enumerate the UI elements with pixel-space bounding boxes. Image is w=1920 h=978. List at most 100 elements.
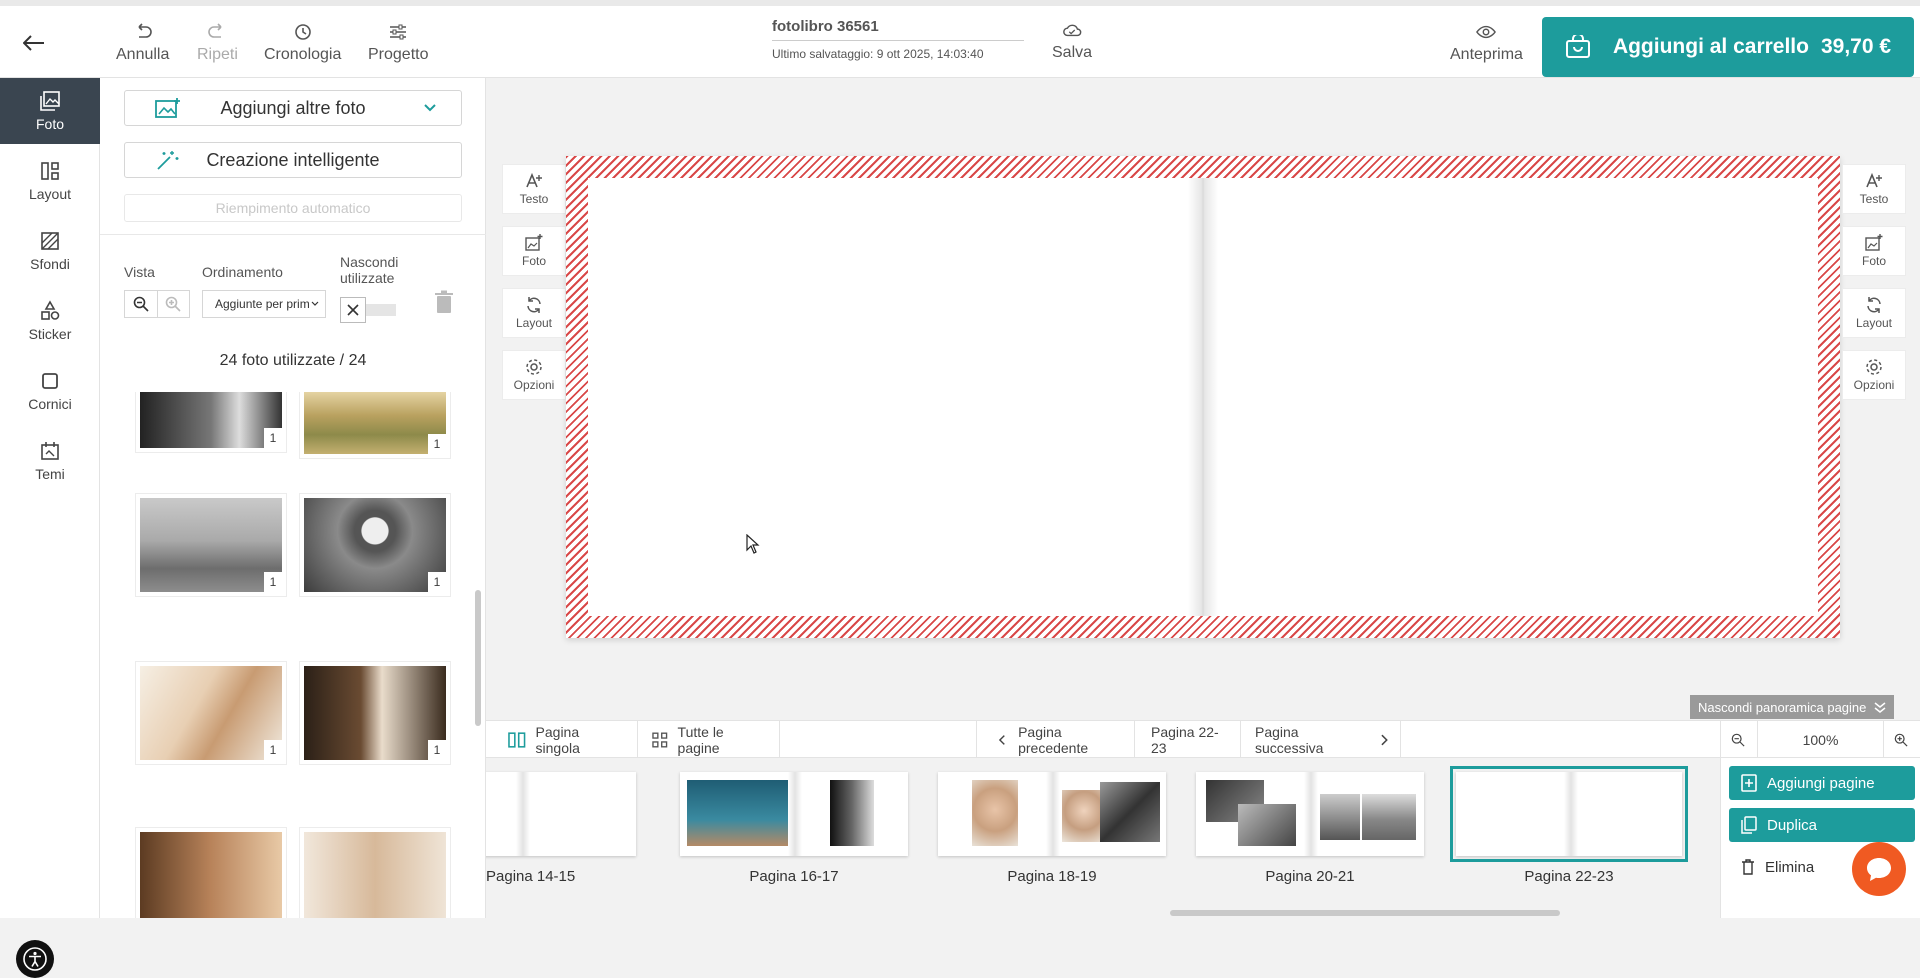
mouse-cursor-icon bbox=[746, 533, 760, 559]
zoom-in-view-button[interactable] bbox=[156, 291, 190, 317]
zoom-out-icon bbox=[1731, 733, 1745, 747]
add-photos-dropdown[interactable]: Aggiungi altre foto bbox=[124, 90, 462, 126]
used-photos-count: 24 foto utilizzate / 24 bbox=[219, 352, 367, 369]
chevron-right-icon bbox=[1381, 734, 1388, 746]
hide-used-toggle[interactable] bbox=[340, 297, 398, 323]
sidebar-item-label: Foto bbox=[35, 116, 64, 132]
page-navigation-bar: Pagina singola Tutte le pagine Pagina pr… bbox=[486, 720, 1920, 759]
next-page-button[interactable]: Pagina successiva bbox=[1241, 721, 1401, 759]
sort-select[interactable]: Aggiunte per prim bbox=[202, 290, 326, 318]
trash-icon bbox=[435, 290, 453, 313]
sidebar-item-stickers[interactable]: Sticker bbox=[0, 288, 100, 354]
options-tool-label: Opzioni bbox=[1853, 378, 1895, 392]
add-text-button[interactable]: Testo bbox=[502, 164, 566, 214]
history-label: Cronologia bbox=[264, 46, 342, 63]
history-button[interactable]: Cronologia bbox=[264, 22, 341, 64]
photo-thumbnail[interactable]: 1 bbox=[300, 494, 450, 596]
thumbnail-fold bbox=[1046, 772, 1060, 856]
zoom-in-button[interactable] bbox=[1884, 721, 1920, 759]
zoom-level: 100% bbox=[1758, 721, 1884, 759]
redo-button[interactable]: Ripeti bbox=[197, 22, 238, 64]
usage-badge: 1 bbox=[428, 572, 446, 592]
photo-thumbnail[interactable]: 1 bbox=[136, 494, 286, 596]
sidebar-item-photos[interactable]: Foto bbox=[0, 78, 100, 144]
sidebar-item-themes[interactable]: Temi bbox=[0, 428, 100, 494]
usage-badge: 1 bbox=[264, 428, 282, 448]
photo-image bbox=[304, 832, 446, 918]
photo-thumbnail[interactable]: 1 bbox=[300, 392, 450, 458]
view-zoom-controls bbox=[124, 290, 190, 318]
accessibility-button[interactable] bbox=[16, 940, 54, 978]
history-icon bbox=[294, 24, 311, 40]
delete-photos-button[interactable] bbox=[434, 290, 454, 319]
add-page-icon bbox=[1741, 774, 1757, 792]
page-thumbnail-active[interactable] bbox=[1450, 766, 1688, 862]
photo-thumbnail[interactable]: 1 bbox=[136, 392, 286, 452]
add-photo-button[interactable]: Foto bbox=[502, 226, 566, 276]
duplicate-button[interactable]: Duplica bbox=[1729, 808, 1915, 842]
close-icon bbox=[340, 297, 366, 323]
save-button[interactable]: Salva bbox=[1052, 20, 1092, 62]
add-text-button[interactable]: Testo bbox=[1842, 164, 1906, 214]
photo-thumbnail[interactable] bbox=[136, 828, 286, 918]
right-page-tools: Testo Foto Layout Opzioni bbox=[1842, 164, 1906, 412]
zoom-out-view-button[interactable] bbox=[125, 291, 157, 317]
panel-scrollbar[interactable] bbox=[475, 590, 481, 726]
undo-button[interactable]: Annulla bbox=[116, 22, 169, 64]
project-name[interactable]: fotolibro 36561 bbox=[772, 18, 1024, 41]
add-pages-button[interactable]: Aggiungi pagine bbox=[1729, 766, 1915, 800]
zoom-out-button[interactable] bbox=[1720, 721, 1758, 759]
back-arrow-icon[interactable] bbox=[16, 28, 52, 58]
project-button[interactable]: Progetto bbox=[368, 22, 428, 64]
next-page-label: Pagina successiva bbox=[1255, 724, 1324, 756]
current-page-indicator: Pagina 22-23 bbox=[1135, 721, 1241, 759]
last-saved-label: Ultimo salvataggio: bbox=[772, 47, 874, 61]
text-tool-label: Testo bbox=[1859, 192, 1889, 206]
page-thumbnail[interactable] bbox=[1196, 772, 1424, 856]
add-photo-button[interactable]: Foto bbox=[1842, 226, 1906, 276]
options-button[interactable]: Opzioni bbox=[502, 350, 566, 400]
sidebar-item-backgrounds[interactable]: Sfondi bbox=[0, 218, 100, 284]
left-page[interactable] bbox=[588, 178, 1202, 616]
sidebar-item-label: Sticker bbox=[28, 326, 72, 342]
previous-page-button[interactable]: Pagina precedente bbox=[977, 721, 1135, 759]
accessibility-icon bbox=[23, 947, 47, 971]
sidebar-item-frames[interactable]: Cornici bbox=[0, 358, 100, 424]
chat-support-button[interactable] bbox=[1852, 842, 1906, 896]
page-thumbnail[interactable] bbox=[938, 772, 1166, 856]
hide-page-overview-button[interactable]: Nascondi panoramica pagine bbox=[1690, 695, 1894, 719]
right-page[interactable] bbox=[1204, 178, 1818, 616]
single-page-label: Pagina singola bbox=[535, 724, 580, 756]
chevron-down-icon bbox=[424, 104, 436, 112]
photo-image bbox=[140, 666, 282, 760]
auto-fill-button[interactable]: Riempimento automatico bbox=[124, 194, 462, 222]
add-to-cart-button[interactable]: Aggiungi al carrello 39,70 € bbox=[1542, 17, 1914, 77]
thumbnail-photo bbox=[1100, 782, 1160, 842]
sidebar-item-label: Layout bbox=[28, 186, 72, 202]
magic-wand-icon bbox=[157, 151, 179, 170]
preview-button[interactable]: Anteprima bbox=[1450, 22, 1523, 64]
sidebar-item-label: Cornici bbox=[28, 396, 72, 412]
top-toolbar: Annulla Ripeti Cronologia Progetto fotol… bbox=[0, 0, 1920, 78]
options-button[interactable]: Opzioni bbox=[1842, 350, 1906, 400]
page-thumbnail[interactable] bbox=[680, 772, 908, 856]
smart-creation-button[interactable]: Creazione intelligente bbox=[124, 142, 462, 178]
sidebar-item-label: Temi bbox=[35, 466, 65, 482]
hide-used-label: Nascondi utilizzate bbox=[340, 254, 399, 286]
page-spread-canvas[interactable] bbox=[566, 156, 1840, 638]
page-actions-panel: Aggiungi pagine Duplica Elimina bbox=[1720, 758, 1920, 918]
photo-thumbnail[interactable]: 1 bbox=[300, 662, 450, 764]
all-pages-view-button[interactable]: Tutte le pagine bbox=[638, 721, 780, 759]
change-layout-button[interactable]: Layout bbox=[502, 288, 566, 338]
photo-thumbnail[interactable]: 1 bbox=[136, 662, 286, 764]
zoom-in-icon bbox=[1894, 733, 1908, 747]
photo-thumbnail[interactable] bbox=[300, 828, 450, 918]
change-layout-button[interactable]: Layout bbox=[1842, 288, 1906, 338]
sidebar-item-layout[interactable]: Layout bbox=[0, 148, 100, 214]
thumbnails-scrollbar[interactable] bbox=[1170, 910, 1560, 916]
thumbnail-fold bbox=[516, 772, 530, 856]
single-page-view-button[interactable]: Pagina singola bbox=[486, 721, 638, 759]
auto-fill-label: Riempimento automatico bbox=[215, 200, 371, 216]
zoom-out-icon bbox=[133, 296, 149, 312]
page-thumbnail[interactable] bbox=[486, 772, 636, 856]
